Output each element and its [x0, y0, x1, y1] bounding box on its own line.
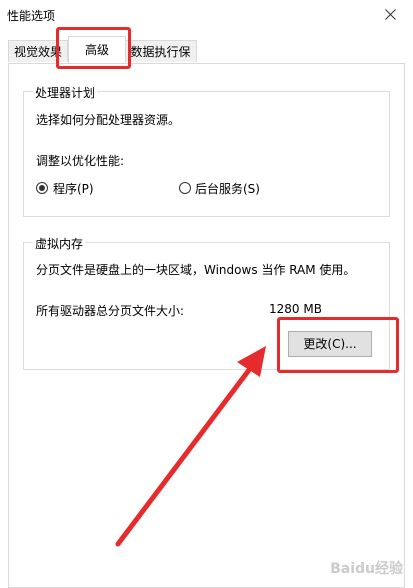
annotation-arrowhead: [237, 346, 266, 377]
annotation-arrow-shaft: [115, 359, 258, 547]
annotation-arrow: [115, 346, 266, 547]
watermark: Baidu经验: [330, 561, 403, 577]
